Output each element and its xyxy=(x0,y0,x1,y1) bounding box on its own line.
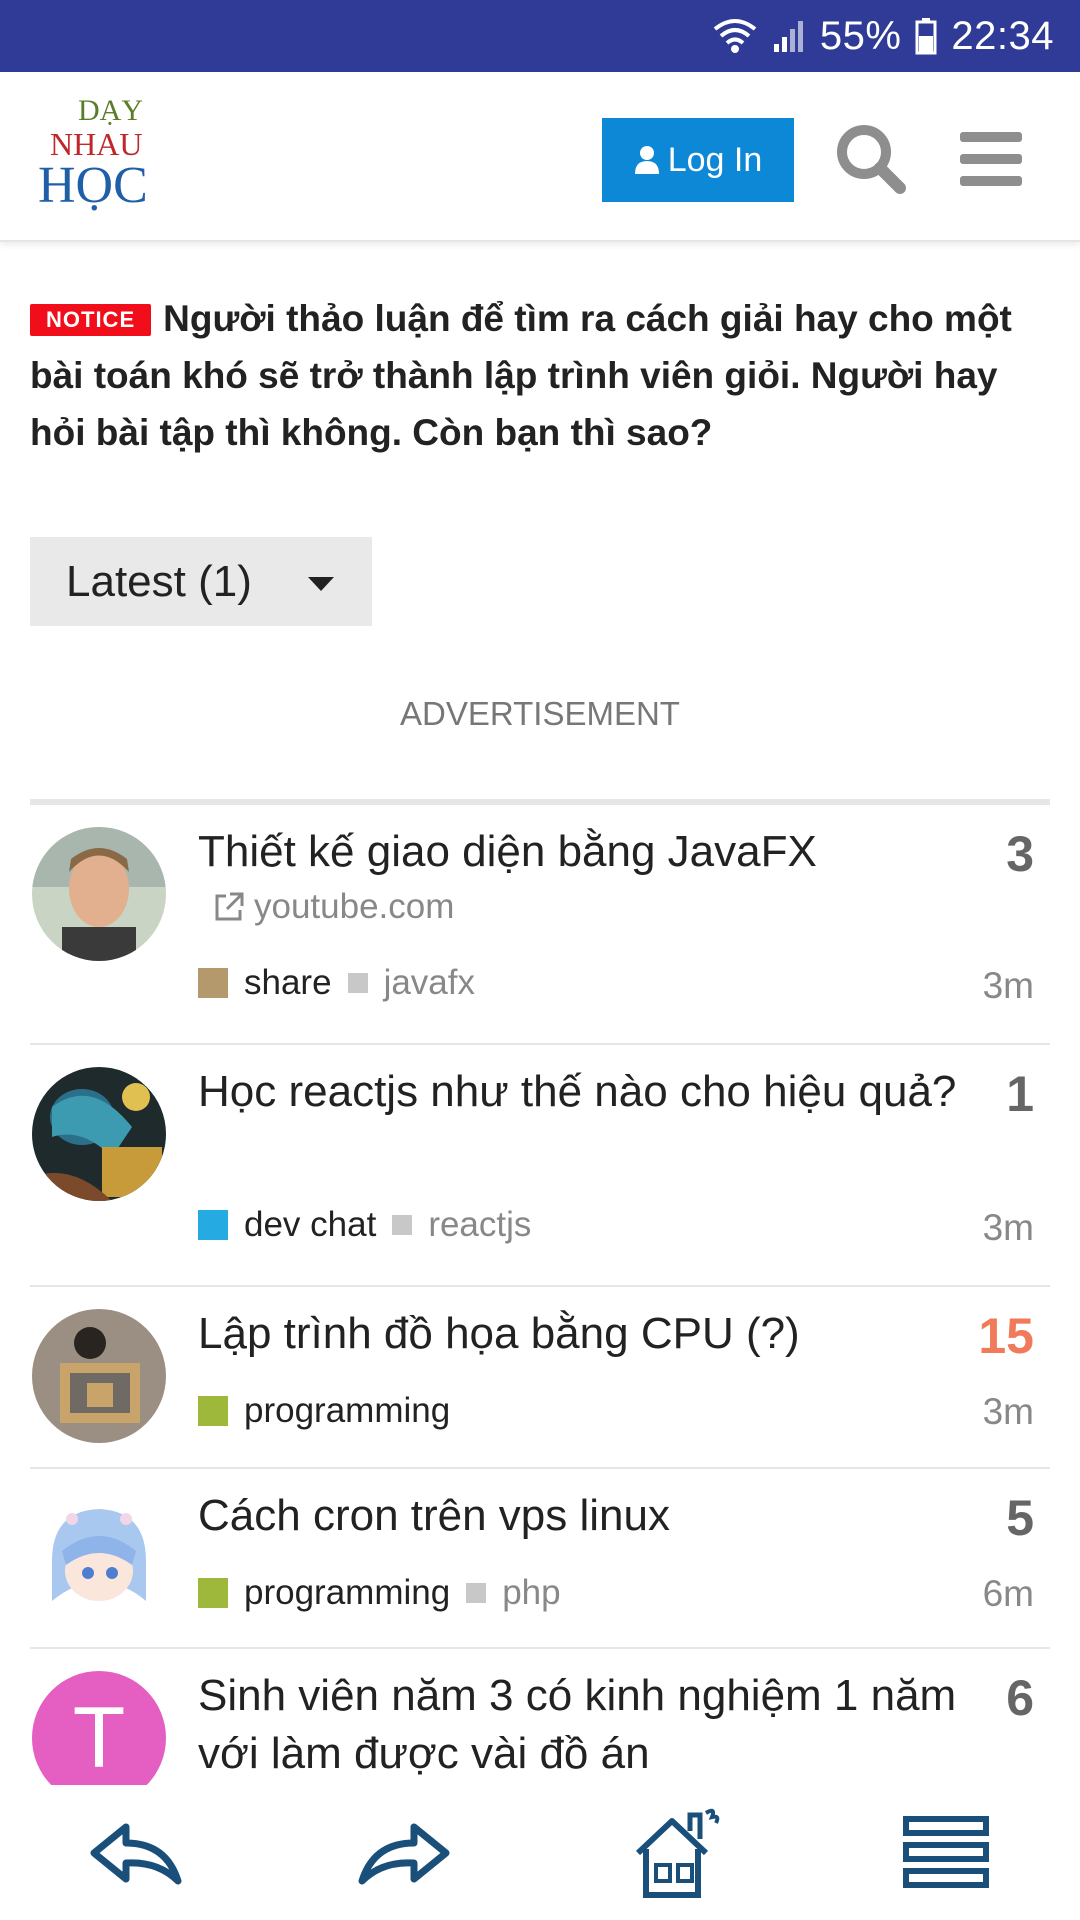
site-header: DẠY NHAU HỌC Log In xyxy=(0,72,1080,242)
category-color-square xyxy=(198,968,228,998)
home-button[interactable] xyxy=(628,1805,728,1901)
signal-icon xyxy=(773,21,803,52)
login-button[interactable]: Log In xyxy=(602,118,794,202)
category-color-square xyxy=(198,1210,228,1240)
notice-banner: NOTICE Người thảo luận để tìm ra cách giả… xyxy=(30,290,1050,461)
filter-label: Latest (1) xyxy=(66,556,252,606)
tag-name[interactable]: php xyxy=(502,1573,560,1613)
topic-title[interactable]: Thiết kế giao diện bằng JavaFX xyxy=(198,823,958,881)
tag-square xyxy=(466,1583,487,1603)
notice-badge: NOTICE xyxy=(30,304,152,336)
topic-categories: dev chat reactjs xyxy=(198,1205,531,1245)
tag-square xyxy=(392,1215,413,1235)
tag-square xyxy=(347,973,368,993)
avatar[interactable] xyxy=(32,827,166,961)
logo-line-1: DẠY xyxy=(78,94,143,127)
topic-categories: programming php xyxy=(198,1573,561,1613)
avatar[interactable]: T xyxy=(32,1671,166,1791)
avatar[interactable] xyxy=(32,1491,166,1625)
caret-down-icon xyxy=(308,577,334,591)
battery-percent: 55% xyxy=(819,13,902,58)
topic-categories: share javafx xyxy=(198,963,475,1003)
activity-age[interactable]: 3m xyxy=(983,1207,1034,1249)
external-link-icon xyxy=(215,892,244,921)
list-menu-button[interactable] xyxy=(896,1805,996,1901)
activity-age[interactable]: 3m xyxy=(983,1391,1034,1433)
topic-link-text: youtube.com xyxy=(254,887,455,926)
clock: 22:34 xyxy=(951,13,1054,58)
status-bar: 55% 22:34 xyxy=(0,0,1080,72)
logo-line-3: HỌC xyxy=(38,157,148,214)
battery-icon xyxy=(915,18,937,55)
avatar[interactable] xyxy=(32,1309,166,1443)
activity-age[interactable]: 3m xyxy=(983,965,1034,1007)
topic-row[interactable]: Thiết kế giao diện bằng JavaFX youtube.c… xyxy=(30,805,1050,1045)
reply-count[interactable]: 6 xyxy=(1006,1669,1034,1727)
topic-list: Thiết kế giao diện bằng JavaFX youtube.c… xyxy=(30,799,1050,1791)
topic-row[interactable]: Cách cron trên vps linux programming php… xyxy=(30,1469,1050,1649)
user-icon xyxy=(634,146,659,174)
topic-row[interactable]: Lập trình đồ họa bằng CPU (?) programmin… xyxy=(30,1287,1050,1469)
login-label: Log In xyxy=(667,140,763,179)
back-icon xyxy=(90,1823,182,1885)
topic-title[interactable]: Cách cron trên vps linux xyxy=(198,1487,958,1545)
hamburger-icon xyxy=(960,132,1022,186)
tag-name[interactable]: reactjs xyxy=(428,1205,531,1245)
bottom-navigation xyxy=(0,1785,1080,1920)
forward-button[interactable] xyxy=(354,1805,454,1901)
advertisement-label: ADVERTISEMENT xyxy=(400,695,680,732)
category-name[interactable]: programming xyxy=(244,1573,450,1613)
reply-count[interactable]: 3 xyxy=(1006,825,1034,883)
wifi-icon xyxy=(713,19,757,53)
category-name[interactable]: programming xyxy=(244,1391,450,1431)
category-color-square xyxy=(198,1578,228,1608)
site-logo[interactable]: DẠY NHAU HỌC xyxy=(34,94,154,214)
category-name[interactable]: share xyxy=(244,963,332,1003)
category-color-square xyxy=(198,1396,228,1426)
reply-count[interactable]: 5 xyxy=(1006,1489,1034,1547)
search-icon xyxy=(837,125,906,194)
topic-title[interactable]: Sinh viên năm 3 có kinh nghiệm 1 năm với… xyxy=(198,1667,958,1783)
avatar-letter: T xyxy=(72,1690,126,1786)
back-button[interactable] xyxy=(86,1805,186,1901)
topic-title[interactable]: Lập trình đồ họa bằng CPU (?) xyxy=(198,1305,958,1363)
forward-icon xyxy=(358,1823,450,1885)
list-icon xyxy=(903,1816,989,1888)
latest-filter-dropdown[interactable]: Latest (1) xyxy=(30,537,372,626)
tag-name[interactable]: javafx xyxy=(384,963,475,1003)
category-name[interactable]: dev chat xyxy=(244,1205,376,1245)
topic-link[interactable]: youtube.com xyxy=(212,887,454,927)
home-icon xyxy=(635,1808,720,1898)
topic-row[interactable]: Học reactjs như thế nào cho hiệu quả? de… xyxy=(30,1045,1050,1287)
topic-categories: programming xyxy=(198,1391,466,1431)
topic-row[interactable]: T Sinh viên năm 3 có kinh nghiệm 1 năm v… xyxy=(30,1649,1050,1791)
hamburger-menu-button[interactable] xyxy=(956,124,1026,194)
reply-count[interactable]: 15 xyxy=(978,1307,1034,1365)
notice-text: Người thảo luận để tìm ra cách giải hay … xyxy=(30,298,1012,453)
reply-count[interactable]: 1 xyxy=(1006,1065,1034,1123)
avatar[interactable] xyxy=(32,1067,166,1201)
topic-title[interactable]: Học reactjs như thế nào cho hiệu quả? xyxy=(198,1063,958,1121)
search-button[interactable] xyxy=(834,122,908,196)
activity-age[interactable]: 6m xyxy=(983,1573,1034,1615)
